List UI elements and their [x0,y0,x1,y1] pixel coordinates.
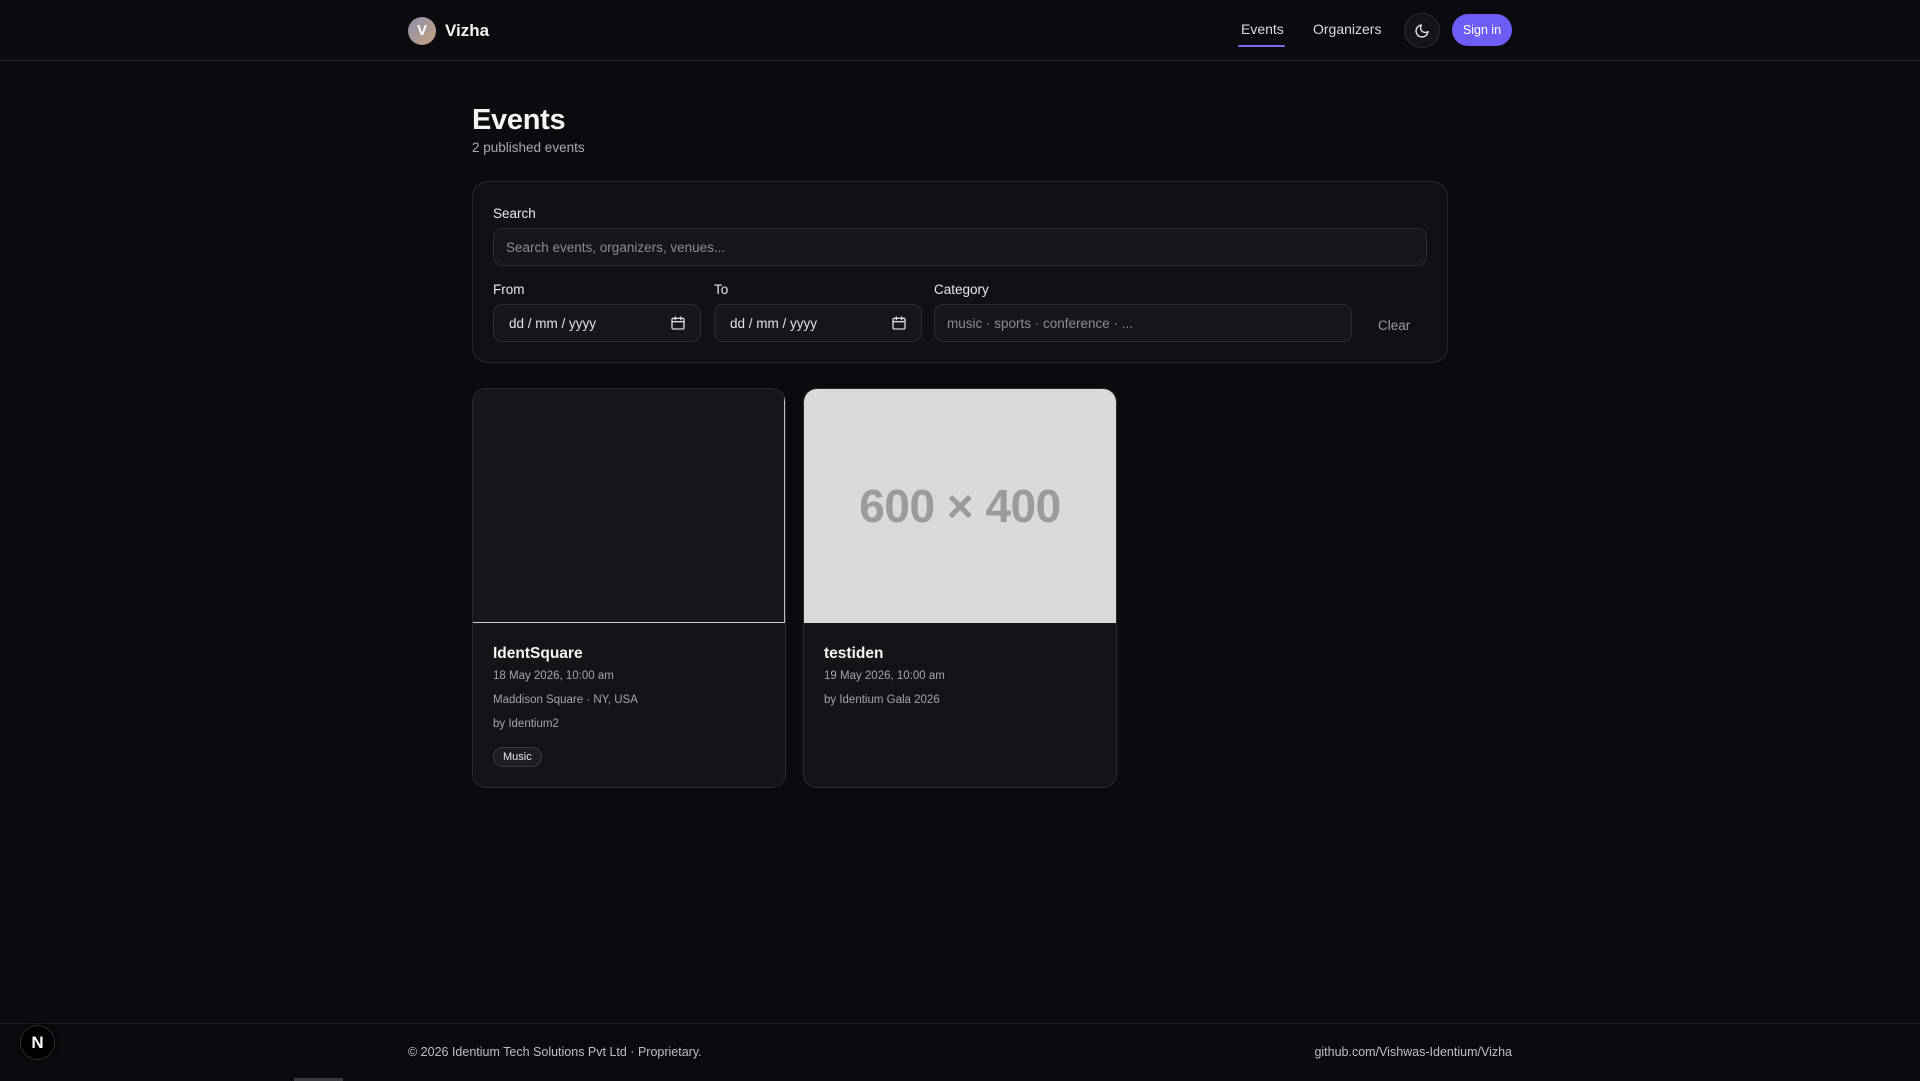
event-image [473,389,785,623]
nav-link-organizers[interactable]: Organizers [1313,21,1381,37]
brand-name: Vizha [445,20,490,40]
events-count: 2 published events [472,140,585,155]
event-venue: Maddison Square · NY, USA [493,694,638,706]
active-nav-indicator [1238,45,1285,47]
sign-in-button[interactable]: Sign in [1452,14,1512,46]
brand-logo: V [408,16,436,45]
footer-copyright: © 2026 Identium Tech Solutions Pvt Ltd ·… [408,1045,702,1059]
event-card[interactable]: IdentSquare 18 May 2026, 10:00 am Maddis… [472,388,786,788]
from-date-input[interactable]: dd / mm / yyyy [493,304,701,342]
event-organizer: by Identium Gala 2026 [824,694,940,706]
to-date-input[interactable]: dd / mm / yyyy [714,304,922,342]
search-input[interactable] [493,228,1427,266]
calendar-icon[interactable] [670,315,686,331]
event-card[interactable]: 600 × 400 testiden 19 May 2026, 10:00 am… [803,388,1117,788]
event-organizer: by Identium2 [493,718,559,730]
category-tag: Music [493,747,542,767]
event-title: testiden [824,645,884,662]
event-date: 18 May 2026, 10:00 am [493,670,614,682]
from-date-value: dd / mm / yyyy [509,315,597,331]
footer-repo-link[interactable]: github.com/Vishwas-Identium/Vizha [1314,1045,1512,1059]
placeholder-dimensions-text: 600 × 400 [859,480,1061,532]
page-title: Events [472,104,566,136]
filter-panel: Search From dd / mm / yyyy To dd / mm / … [472,181,1448,363]
top-navbar: V Vizha Events Organizers Sign in [0,0,1920,61]
event-date: 19 May 2026, 10:00 am [824,670,945,682]
to-label: To [714,282,729,297]
nav-link-events[interactable]: Events [1241,21,1284,37]
clear-filters-button[interactable]: Clear [1378,318,1410,333]
event-title: IdentSquare [493,645,583,662]
to-date-value: dd / mm / yyyy [730,315,818,331]
event-image-placeholder: 600 × 400 [804,389,1116,623]
category-label: Category [934,282,989,297]
footer: © 2026 Identium Tech Solutions Pvt Ltd ·… [0,1023,1920,1081]
theme-toggle-button[interactable] [1404,13,1440,48]
search-label: Search [493,206,536,221]
calendar-icon[interactable] [891,315,907,331]
brand-home-link[interactable]: V Vizha [408,16,489,45]
nextjs-dev-badge[interactable]: N [20,1025,55,1060]
from-label: From [493,282,525,297]
moon-icon [1415,23,1429,38]
category-input[interactable] [934,304,1352,342]
